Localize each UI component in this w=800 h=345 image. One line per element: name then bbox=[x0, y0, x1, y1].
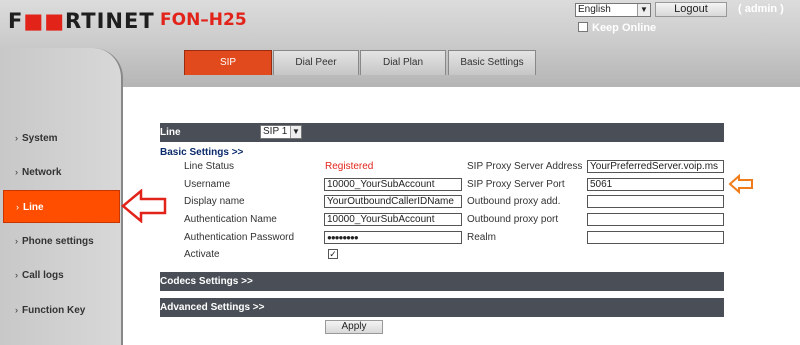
auth-name-field[interactable]: 10000_YourSubAccount bbox=[324, 213, 462, 226]
tab-sip[interactable]: SIP bbox=[184, 50, 272, 75]
outbound-port-label: Outbound proxy port bbox=[467, 214, 559, 225]
sidebar-item-label: Network bbox=[22, 167, 62, 178]
apply-button[interactable]: Apply bbox=[325, 320, 383, 334]
user-label: ( admin ) bbox=[738, 3, 784, 15]
chevron-right-icon: › bbox=[16, 202, 19, 212]
activate-label: Activate bbox=[184, 249, 220, 260]
chevron-right-icon: › bbox=[15, 270, 18, 280]
proxy-address-label: SIP Proxy Server Address bbox=[467, 161, 583, 172]
chevron-right-icon: › bbox=[15, 133, 18, 143]
sidebar-item-label: Function Key bbox=[22, 305, 86, 316]
sidebar-item-function-key[interactable]: › Function Key bbox=[8, 299, 116, 321]
sidebar-item-system[interactable]: › System bbox=[8, 127, 116, 149]
auth-name-label: Authentication Name bbox=[184, 214, 277, 225]
activate-checkbox[interactable]: ✓ bbox=[328, 249, 338, 259]
outbound-add-label: Outbound proxy add. bbox=[467, 196, 561, 207]
chevron-down-icon: ▼ bbox=[637, 4, 650, 16]
red-annotation-arrow-icon bbox=[121, 189, 167, 223]
chevron-right-icon: › bbox=[15, 305, 18, 315]
sidebar-item-label: System bbox=[22, 133, 58, 144]
username-field[interactable]: 10000_YourSubAccount bbox=[324, 178, 462, 191]
display-name-field[interactable]: YourOutboundCallerIDName bbox=[324, 195, 462, 208]
orange-annotation-arrow-icon bbox=[728, 174, 753, 194]
chevron-right-icon: › bbox=[15, 236, 18, 246]
auth-password-label: Authentication Password bbox=[184, 232, 295, 243]
line-status-label: Line Status bbox=[184, 161, 235, 172]
proxy-port-label: SIP Proxy Server Port bbox=[467, 179, 565, 190]
auth-password-field[interactable]: ●●●●●●●● bbox=[324, 231, 462, 244]
sidebar-item-call-logs[interactable]: › Call logs bbox=[8, 264, 116, 286]
line-select-value: SIP 1 bbox=[263, 126, 288, 137]
header: F■■RTINET FON–H25 English ▼ Logout ( adm… bbox=[0, 0, 800, 48]
proxy-port-field[interactable]: 5061 bbox=[587, 178, 724, 191]
proxy-address-field[interactable]: YourPreferredServer.voip.ms bbox=[587, 160, 724, 173]
display-name-label: Display name bbox=[184, 196, 245, 207]
language-value: English bbox=[578, 4, 611, 15]
sidebar-item-label: Line bbox=[23, 202, 44, 213]
sidebar-item-phone-settings[interactable]: › Phone settings bbox=[8, 230, 116, 252]
realm-label: Realm bbox=[467, 232, 496, 243]
chevron-down-icon: ▼ bbox=[290, 126, 301, 138]
chevron-right-icon: › bbox=[15, 167, 18, 177]
tab-dial-plan[interactable]: Dial Plan bbox=[360, 50, 446, 75]
sidebar-item-label: Phone settings bbox=[22, 236, 94, 247]
line-label: Line bbox=[160, 127, 181, 138]
sidebar-item-label: Call logs bbox=[22, 270, 64, 281]
line-status-value: Registered bbox=[325, 161, 374, 172]
tab-basic-settings[interactable]: Basic Settings bbox=[448, 50, 536, 75]
line-select[interactable]: SIP 1 ▼ bbox=[260, 125, 302, 139]
sidebar-item-line[interactable]: › Line bbox=[3, 190, 120, 223]
realm-field[interactable] bbox=[587, 231, 724, 244]
language-select[interactable]: English ▼ bbox=[575, 3, 651, 17]
logout-button[interactable]: Logout bbox=[655, 2, 727, 17]
advanced-settings-title: Advanced Settings >> bbox=[160, 302, 265, 313]
codecs-settings-title: Codecs Settings >> bbox=[160, 276, 253, 287]
advanced-settings-bar[interactable]: Advanced Settings >> bbox=[160, 298, 724, 317]
codecs-settings-bar[interactable]: Codecs Settings >> bbox=[160, 272, 724, 291]
model-name: FON–H25 bbox=[160, 10, 247, 30]
keep-online-checkbox[interactable] bbox=[578, 22, 588, 32]
keep-online-label: Keep Online bbox=[592, 22, 657, 34]
tab-dial-peer[interactable]: Dial Peer bbox=[273, 50, 359, 75]
basic-settings-title[interactable]: Basic Settings >> bbox=[160, 147, 243, 158]
outbound-port-field[interactable] bbox=[587, 213, 724, 226]
outbound-add-field[interactable] bbox=[587, 195, 724, 208]
keep-online-option[interactable]: Keep Online bbox=[578, 22, 656, 34]
fortinet-logo: F■■RTINET bbox=[8, 9, 155, 33]
line-section-bar: Line bbox=[160, 123, 724, 142]
sidebar-item-network[interactable]: › Network bbox=[8, 161, 116, 183]
username-label: Username bbox=[184, 179, 231, 190]
